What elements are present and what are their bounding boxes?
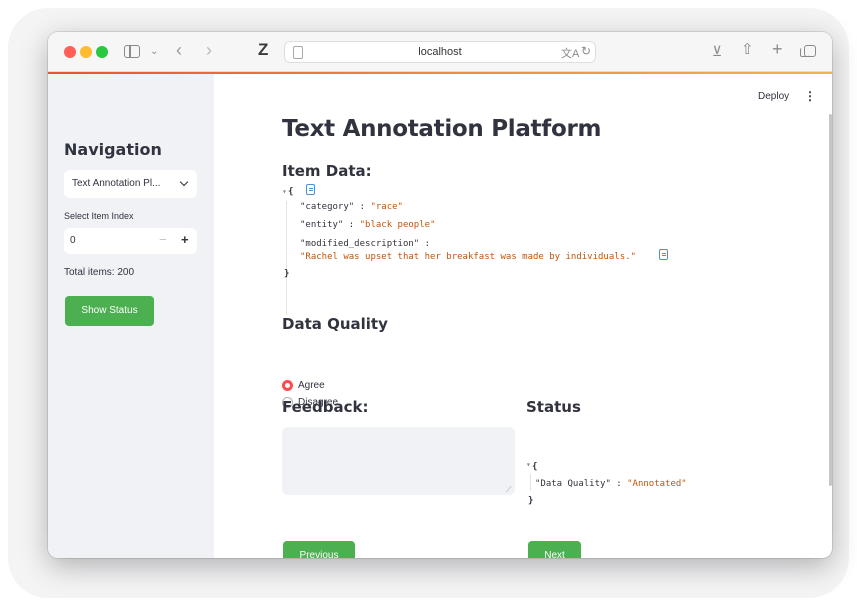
translate-icon[interactable]: 文A xyxy=(561,45,579,61)
json-close-brace: } xyxy=(284,269,290,279)
json-sep: : xyxy=(354,202,371,212)
url-text: localhost xyxy=(418,46,462,58)
tab-overview-icon[interactable] xyxy=(800,45,816,57)
feedback-heading: Feedback: xyxy=(282,398,369,416)
json-open-brace: { xyxy=(288,187,294,197)
sidebar-toggle-icon[interactable] xyxy=(124,45,140,58)
copy-icon[interactable] xyxy=(659,249,668,260)
json-key: "modified_description" xyxy=(300,239,420,249)
show-status-button[interactable]: Show Status xyxy=(65,296,154,326)
share-icon[interactable]: ⇧ xyxy=(741,42,754,58)
json-value: "Rachel was upset that her breakfast was… xyxy=(300,252,636,262)
json-value: "Annotated" xyxy=(627,479,687,489)
data-quality-heading: Data Quality xyxy=(282,315,388,333)
page-content: Navigation Text Annotation Pl... Select … xyxy=(48,74,832,558)
json-close-brace: } xyxy=(528,496,534,506)
json-value: "race" xyxy=(370,202,403,212)
status-heading: Status xyxy=(526,398,581,416)
item-index-value: 0 xyxy=(70,235,76,246)
close-window-button[interactable] xyxy=(64,46,76,58)
forward-arrow-icon[interactable]: › xyxy=(206,41,212,59)
json-value: "black people" xyxy=(359,220,436,230)
previous-button[interactable]: Previous xyxy=(283,541,355,558)
page-select-value: Text Annotation Pl... xyxy=(72,178,161,189)
json-key: "entity" xyxy=(300,220,344,230)
main-menu-icon[interactable]: ⋮ xyxy=(804,89,816,103)
chevron-down-icon[interactable]: ⌄ xyxy=(150,44,158,60)
browser-window: ⌄ ‹ › Z localhost 文A ↻ ⊻ ⇧ + Navigation … xyxy=(48,32,832,558)
radio-agree[interactable] xyxy=(282,380,293,391)
item-index-input[interactable]: 0 − + xyxy=(64,228,197,254)
json-row-entity: "entity" : "black people" xyxy=(300,220,435,230)
address-bar[interactable]: localhost 文A ↻ xyxy=(284,41,596,63)
deploy-button[interactable]: Deploy xyxy=(758,91,789,102)
new-tab-icon[interactable]: + xyxy=(772,40,783,58)
scrollbar[interactable] xyxy=(829,114,832,486)
minimize-window-button[interactable] xyxy=(80,46,92,58)
json-sep: : xyxy=(419,239,431,249)
next-button[interactable]: Next xyxy=(528,541,581,558)
collapse-caret-icon[interactable]: ▾ xyxy=(526,460,531,469)
browser-toolbar: ⌄ ‹ › Z localhost 文A ↻ ⊻ ⇧ + xyxy=(48,32,832,72)
json-indent-guide xyxy=(286,201,287,315)
decrement-button[interactable]: − xyxy=(159,232,167,247)
radio-label-agree[interactable]: Agree xyxy=(298,380,325,391)
sidebar: Navigation Text Annotation Pl... Select … xyxy=(48,74,214,558)
json-sep: : xyxy=(610,479,628,489)
back-arrow-icon[interactable]: ‹ xyxy=(176,41,182,59)
reload-icon[interactable]: ↻ xyxy=(581,44,591,58)
download-icon[interactable]: ⊻ xyxy=(712,43,722,59)
json-sep: : xyxy=(343,220,360,230)
zoom-window-button[interactable] xyxy=(96,46,108,58)
json-key: "Data Quality" xyxy=(535,479,611,489)
json-key: "category" xyxy=(300,202,355,212)
json-row-data-quality: "Data Quality" : "Annotated" xyxy=(535,479,687,489)
sidebar-title: Navigation xyxy=(64,140,162,159)
zen-browser-logo-icon: Z xyxy=(258,40,269,59)
collapse-caret-icon[interactable]: ▾ xyxy=(282,187,287,196)
total-items-text: Total items: 200 xyxy=(64,267,135,278)
json-row-category: "category" : "race" xyxy=(300,202,403,212)
main-area: Deploy ⋮ Text Annotation Platform Item D… xyxy=(214,74,832,558)
page-select[interactable]: Text Annotation Pl... xyxy=(64,170,197,198)
increment-button[interactable]: + xyxy=(181,232,189,247)
copy-icon[interactable] xyxy=(306,184,315,195)
item-data-heading: Item Data: xyxy=(282,162,372,180)
item-index-label: Select Item Index xyxy=(64,211,134,221)
page-title: Text Annotation Platform xyxy=(282,116,602,142)
json-open-brace: { xyxy=(532,462,538,472)
json-row-modified-description-key: "modified_description" : xyxy=(300,239,430,249)
chevron-down-icon xyxy=(179,177,189,187)
json-indent-guide xyxy=(530,474,531,491)
feedback-textarea[interactable] xyxy=(282,427,515,495)
